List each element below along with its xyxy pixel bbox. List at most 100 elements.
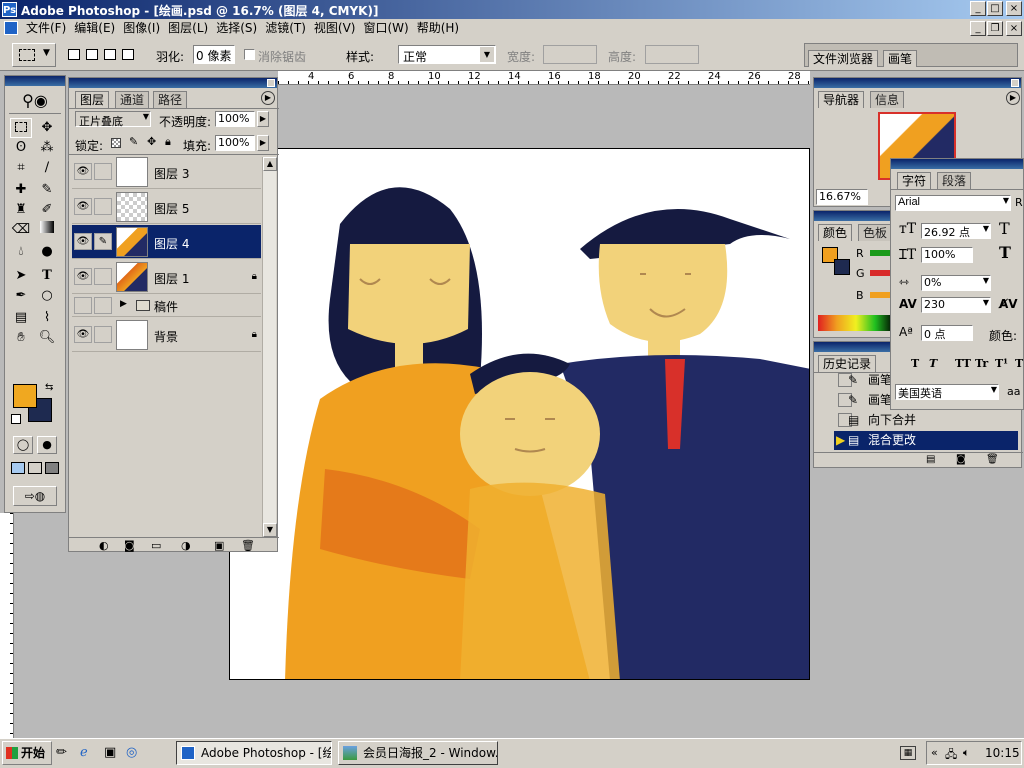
tab-channels[interactable]: 通道 bbox=[115, 91, 150, 108]
baseline-input[interactable]: 0 点 bbox=[921, 325, 973, 341]
intersect-selection-icon[interactable] bbox=[122, 49, 134, 60]
width-input[interactable] bbox=[543, 45, 597, 64]
lock-all-icon[interactable]: 🔒︎ bbox=[165, 135, 171, 149]
bg-swatch[interactable] bbox=[834, 259, 850, 275]
default-colors-icon[interactable] bbox=[11, 414, 21, 424]
quicklaunch-pencil-icon[interactable]: ✏ bbox=[56, 745, 67, 760]
document-canvas[interactable] bbox=[229, 148, 810, 680]
opacity-slider-icon[interactable]: ▶ bbox=[257, 111, 269, 127]
visibility-eye-icon[interactable]: 👁︎ bbox=[74, 198, 92, 215]
panel-menu-icon[interactable]: ▶ bbox=[261, 91, 275, 105]
keyboard-layout-icon[interactable]: ▦ bbox=[900, 746, 916, 760]
tab-history[interactable]: 历史记录 bbox=[818, 355, 877, 372]
menu-filter[interactable]: 滤镜(T) bbox=[261, 19, 310, 38]
quicklaunch-desktop-icon[interactable]: ▣ bbox=[104, 745, 116, 760]
screen-mode-full-menu-icon[interactable] bbox=[28, 462, 42, 474]
text-style-allcaps[interactable]: TT bbox=[955, 357, 971, 370]
dodge-tool-icon[interactable]: ● bbox=[36, 242, 58, 262]
layer-mask-icon[interactable]: ◙ bbox=[124, 539, 135, 552]
fill-input[interactable]: 100% bbox=[215, 135, 255, 151]
eraser-tool-icon[interactable]: ⌫ bbox=[10, 220, 32, 240]
tab-paths[interactable]: 路径 bbox=[153, 91, 188, 108]
text-style-subscript[interactable]: T bbox=[1015, 357, 1023, 370]
new-doc-from-state-icon[interactable]: ▤ bbox=[926, 454, 935, 465]
expand-triangle-icon[interactable]: ▶ bbox=[120, 299, 127, 309]
link-icon[interactable] bbox=[94, 297, 112, 314]
tab-info[interactable]: 信息 bbox=[870, 91, 905, 108]
gradient-tool-icon[interactable] bbox=[36, 220, 58, 240]
minimize-button[interactable]: _ bbox=[970, 1, 986, 16]
style-select[interactable]: 正常 ▼ bbox=[398, 45, 496, 64]
new-selection-icon[interactable] bbox=[68, 49, 80, 60]
brush-tool-icon[interactable]: ✎ bbox=[36, 180, 58, 200]
tab-character[interactable]: 字符 bbox=[897, 172, 932, 189]
tab-paragraph[interactable]: 段落 bbox=[937, 172, 972, 189]
lock-pixels-icon[interactable]: ✎ bbox=[129, 135, 138, 148]
tab-layers[interactable]: 图层 bbox=[75, 91, 110, 108]
link-icon[interactable] bbox=[94, 163, 112, 180]
type-tool-icon[interactable]: T bbox=[36, 266, 58, 286]
opacity-input[interactable]: 100% bbox=[215, 111, 255, 127]
close-icon[interactable] bbox=[267, 79, 275, 87]
doc-close-button[interactable]: × bbox=[1006, 21, 1022, 36]
path-select-icon[interactable]: ➤ bbox=[10, 266, 32, 286]
menu-layer[interactable]: 图层(L) bbox=[164, 19, 212, 38]
layer-set-draft[interactable]: ▶ 稿件 bbox=[72, 295, 261, 317]
menu-image[interactable]: 图像(I) bbox=[119, 19, 164, 38]
fill-slider-icon[interactable]: ▶ bbox=[257, 135, 269, 151]
panel-menu-icon[interactable]: ▶ bbox=[1006, 91, 1020, 105]
adobe-feather-icon[interactable]: ⚲◉ bbox=[9, 90, 61, 114]
color-ramp[interactable] bbox=[818, 315, 894, 331]
crop-tool-icon[interactable]: ⌗ bbox=[10, 158, 32, 178]
layer-row-3[interactable]: 👁︎ 图层 3 bbox=[72, 155, 261, 189]
marquee-tool-preset[interactable]: ▼ bbox=[12, 43, 56, 67]
blur-tool-icon[interactable]: 💧︎ bbox=[10, 242, 32, 262]
link-icon[interactable] bbox=[94, 326, 112, 343]
lasso-tool-icon[interactable]: ʘ bbox=[10, 138, 32, 158]
layer-row-4[interactable]: 👁︎ ✎ 图层 4 bbox=[72, 225, 261, 259]
visibility-eye-icon[interactable]: 👁︎ bbox=[74, 163, 92, 180]
menu-select[interactable]: 选择(S) bbox=[212, 19, 261, 38]
navigator-zoom[interactable]: 16.67% bbox=[816, 189, 868, 205]
text-style-superscript[interactable]: T¹ bbox=[995, 357, 1008, 370]
font-family-select[interactable]: Arial ▼ bbox=[895, 195, 1011, 211]
blend-mode-select[interactable]: 正片叠底 ▼ bbox=[75, 111, 151, 128]
subtract-selection-icon[interactable] bbox=[104, 49, 116, 60]
visibility-eye-icon[interactable]: 👁︎ bbox=[74, 233, 92, 250]
kerning-select[interactable]: 230 ▼ bbox=[921, 297, 991, 313]
history-brush-icon[interactable]: ✐ bbox=[36, 200, 58, 220]
zoom-tool-icon[interactable]: 🔍︎ bbox=[36, 328, 58, 348]
tab-navigator[interactable]: 导航器 bbox=[818, 91, 865, 108]
quicklaunch-ie-icon[interactable]: ℯ bbox=[80, 745, 88, 760]
screen-mode-standard-icon[interactable] bbox=[11, 462, 25, 474]
text-style-bold[interactable]: T bbox=[911, 357, 919, 370]
history-item-selected[interactable]: ▶ ▤ 混合更改 bbox=[834, 431, 1018, 450]
task-photoshop[interactable]: Adobe Photoshop - [绘... bbox=[176, 741, 332, 765]
maximize-button[interactable]: □ bbox=[987, 1, 1003, 16]
shape-tool-icon[interactable]: ○ bbox=[36, 286, 58, 306]
visibility-eye-icon[interactable]: 👁︎ bbox=[74, 268, 92, 285]
clone-stamp-icon[interactable]: ♜ bbox=[10, 200, 32, 220]
history-item[interactable]: ▤ 向下合并 bbox=[834, 411, 1018, 430]
link-icon[interactable] bbox=[94, 198, 112, 215]
notes-tool-icon[interactable]: ▤ bbox=[10, 308, 32, 328]
visibility-eye-icon[interactable] bbox=[74, 297, 92, 314]
close-button[interactable]: × bbox=[1006, 1, 1022, 16]
font-size-input[interactable]: 26.92 点 ▼ bbox=[921, 223, 991, 239]
move-tool-icon[interactable]: ✥ bbox=[36, 118, 58, 138]
link-icon[interactable] bbox=[94, 268, 112, 285]
foreground-color-swatch[interactable] bbox=[13, 384, 37, 408]
language-select[interactable]: 美国英语 ▼ bbox=[895, 384, 999, 400]
lock-position-icon[interactable]: ✥ bbox=[147, 135, 156, 148]
visibility-eye-icon[interactable]: 👁︎ bbox=[74, 326, 92, 343]
text-style-italic[interactable]: T bbox=[929, 357, 937, 370]
layer-style-icon[interactable]: ◐ bbox=[99, 539, 109, 552]
doc-restore-button[interactable]: ❐ bbox=[987, 21, 1003, 36]
trash-icon[interactable]: 🗑︎ bbox=[986, 454, 999, 465]
swap-colors-icon[interactable]: ⇆ bbox=[45, 382, 53, 393]
vertical-scale-input[interactable]: 100% bbox=[921, 247, 973, 263]
magic-wand-icon[interactable]: ⁂ bbox=[36, 138, 58, 158]
text-style-smallcaps[interactable]: Tr bbox=[975, 357, 988, 370]
menu-edit[interactable]: 编辑(E) bbox=[70, 19, 119, 38]
tab-file-browser[interactable]: 文件浏览器 bbox=[808, 50, 879, 67]
